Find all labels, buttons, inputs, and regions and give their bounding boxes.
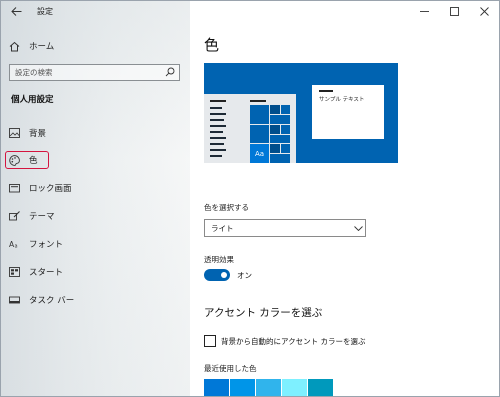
auto-accent-label: 背景から自動的にアクセント カラーを選ぶ [221, 337, 366, 346]
preview-sample-window: サンプル テキスト [312, 85, 384, 139]
page-title: 色 [204, 36, 220, 54]
color-swatch[interactable] [308, 379, 333, 396]
color-mode-dropdown[interactable]: ライト [204, 219, 366, 237]
selection-highlight [5, 151, 49, 169]
maximize-button[interactable] [439, 1, 469, 21]
auto-accent-checkbox[interactable] [204, 335, 216, 347]
transparency-state: オン [237, 271, 252, 280]
sidebar-item-label: スタート [29, 268, 64, 278]
window-title: 設定 [37, 7, 53, 16]
search-icon [165, 67, 175, 77]
back-arrow-icon [10, 7, 21, 16]
picture-icon [7, 126, 21, 140]
recent-colors [204, 379, 333, 396]
color-mode-value: ライト [211, 223, 234, 233]
sidebar-item-background[interactable]: 背景 [7, 124, 182, 142]
caption-buttons [409, 1, 499, 21]
theme-brush-icon [7, 209, 21, 223]
minimize-button[interactable] [409, 1, 439, 21]
color-swatch[interactable] [204, 379, 229, 396]
sample-text: サンプル テキスト [319, 97, 365, 103]
color-mode-label: 色を選択する [204, 203, 249, 212]
content-pane: 色 Aa サンプル テキスト 色を選択する ライト 透明効果 オン アクセント … [190, 1, 499, 396]
sidebar-item-theme[interactable]: テーマ [7, 207, 182, 225]
sidebar-item-label: ロック画面 [29, 184, 72, 194]
back-button[interactable] [7, 4, 25, 20]
close-icon [479, 6, 489, 16]
search-input[interactable] [10, 65, 165, 80]
color-swatch[interactable] [256, 379, 281, 396]
sidebar: 設定 ホーム 個人用設定 背景 色 [1, 1, 190, 396]
start-grid-icon [7, 265, 21, 279]
sidebar-item-label: タスク バー [29, 296, 75, 306]
minimize-icon [419, 10, 429, 12]
home-icon [7, 39, 21, 53]
toggle-knob [221, 272, 227, 278]
title-bar: 設定 [1, 1, 190, 23]
font-icon: Aa [7, 237, 21, 251]
maximize-icon [449, 6, 459, 16]
nav-home-label: ホーム [29, 42, 55, 52]
transparency-toggle[interactable] [204, 269, 230, 281]
lock-screen-icon [7, 181, 21, 195]
recent-colors-label: 最近使用した色 [204, 364, 257, 373]
color-swatch[interactable] [230, 379, 255, 396]
sidebar-item-taskbar[interactable]: タスク バー [7, 291, 182, 309]
settings-window: 設定 ホーム 個人用設定 背景 色 [0, 0, 500, 397]
close-button[interactable] [469, 1, 499, 21]
sidebar-item-label: フォント [29, 240, 64, 250]
preview-tile-label: Aa [250, 144, 269, 163]
sidebar-item-font[interactable]: Aa フォント [7, 235, 182, 253]
svg-text:a: a [14, 244, 17, 250]
section-heading: 個人用設定 [11, 95, 54, 105]
taskbar-icon [7, 293, 21, 307]
sidebar-item-start[interactable]: スタート [7, 263, 182, 281]
chevron-down-icon [351, 225, 365, 231]
search-box[interactable] [9, 64, 180, 81]
nav-home[interactable]: ホーム [7, 37, 177, 55]
theme-preview: Aa サンプル テキスト [204, 63, 398, 163]
sidebar-item-label: 背景 [29, 129, 47, 139]
sidebar-item-lock-screen[interactable]: ロック画面 [7, 179, 182, 197]
transparency-label: 透明効果 [204, 255, 234, 264]
preview-app-window: Aa [204, 94, 296, 163]
accent-heading: アクセント カラーを選ぶ [204, 307, 323, 319]
sidebar-item-label: テーマ [29, 212, 55, 222]
color-swatch[interactable] [282, 379, 307, 396]
